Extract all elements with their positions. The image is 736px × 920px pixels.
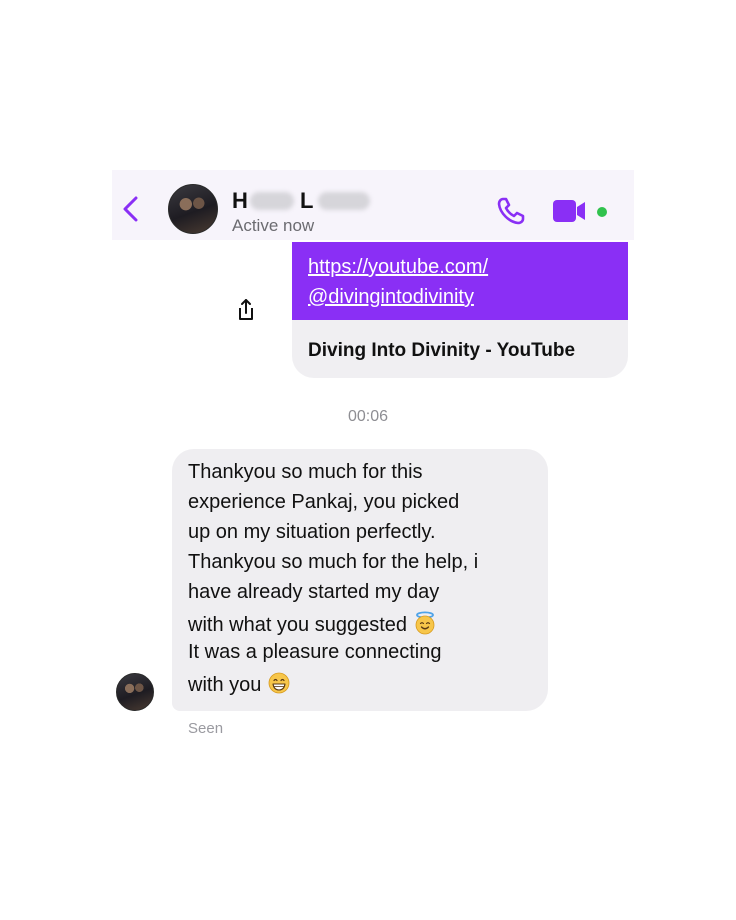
- video-camera-icon[interactable]: [552, 198, 588, 224]
- sender-avatar[interactable]: [116, 673, 154, 711]
- presence-status: Active now: [232, 216, 315, 235]
- message-line: up on my situation perfectly.: [188, 521, 436, 543]
- name-redaction: [318, 192, 370, 210]
- read-receipt: Seen: [188, 720, 224, 737]
- name-redaction: [250, 192, 294, 210]
- contact-name-initial: H: [232, 188, 249, 213]
- smiling-face-with-halo-emoji: [415, 611, 435, 635]
- message-line: experience Pankaj, you picked: [188, 491, 460, 513]
- contact-name-second-initial: L: [300, 188, 314, 213]
- phone-icon[interactable]: [496, 196, 526, 226]
- chat-screen: H L Active now https://youtube.com/ @div…: [0, 0, 736, 920]
- message-text: with what you suggested: [188, 614, 408, 636]
- share-icon[interactable]: [228, 292, 264, 328]
- message-line: have already started my day: [188, 581, 440, 603]
- link-url-area[interactable]: https://youtube.com/ @divingintodivinity: [292, 242, 628, 320]
- link-url-line[interactable]: https://youtube.com/: [308, 256, 488, 279]
- incoming-message-bubble[interactable]: Thankyou so much for this experience Pan…: [172, 449, 548, 711]
- link-url-line[interactable]: @divingintodivinity: [308, 286, 474, 309]
- contact-name[interactable]: H L: [232, 188, 370, 214]
- message-text: with you: [188, 674, 262, 696]
- grinning-face-emoji: [268, 672, 290, 694]
- message-line-with-emoji: with what you suggested: [188, 611, 437, 637]
- message-line: It was a pleasure connecting: [188, 641, 442, 663]
- chevron-left-icon[interactable]: [120, 194, 142, 224]
- contact-avatar[interactable]: [168, 184, 218, 234]
- message-line-with-emoji: with you: [188, 671, 291, 697]
- shared-link-card[interactable]: https://youtube.com/ @divingintodivinity…: [292, 242, 628, 378]
- message-timestamp: 00:06: [347, 408, 389, 425]
- message-line: Thankyou so much for the help, i: [188, 551, 479, 573]
- link-preview-title: Diving Into Divinity - YouTube: [308, 340, 576, 361]
- online-indicator: [597, 207, 607, 217]
- message-line: Thankyou so much for this: [188, 461, 423, 483]
